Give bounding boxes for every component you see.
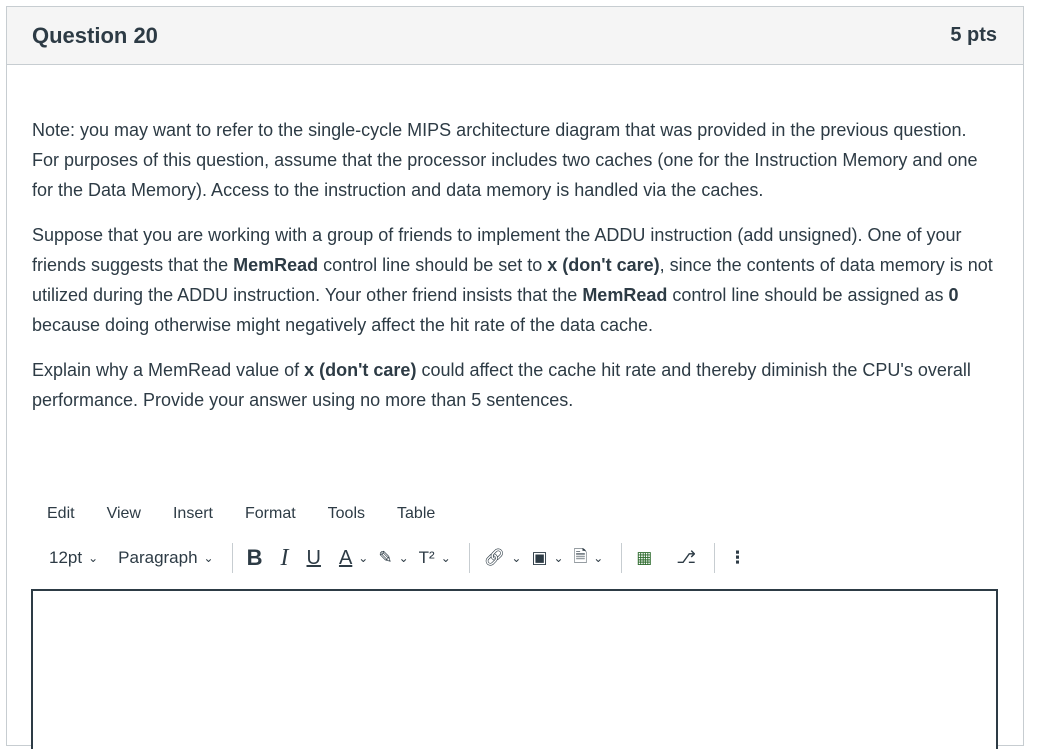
question-paragraph-note: Note: you may want to refer to the singl… — [32, 120, 978, 200]
toolbar-divider — [713, 543, 715, 573]
plugin-button[interactable]: ⎇ — [676, 548, 696, 568]
film-icon: ▦ — [636, 548, 653, 567]
highlight-color-button[interactable]: ✎ ⌄ — [378, 548, 408, 568]
document-button[interactable]: 🗎︎ ⌄ — [574, 544, 604, 573]
menu-table[interactable]: Table — [381, 505, 451, 523]
superscript-button[interactable]: T² ⌄ — [419, 548, 451, 568]
question-text: Note: you may want to refer to the singl… — [7, 65, 1023, 415]
question-header: Question 20 5 pts — [7, 7, 1023, 65]
image-button[interactable]: ▣ ⌄ — [531, 548, 563, 568]
chevron-down-icon: ⌄ — [553, 551, 564, 565]
chevron-down-icon: ⌄ — [511, 551, 522, 565]
chevron-down-icon: ⌄ — [593, 551, 604, 565]
font-size-dropdown[interactable]: 12pt ⌄ — [49, 548, 98, 568]
toolbar-divider — [231, 543, 233, 573]
menu-tools[interactable]: Tools — [312, 505, 381, 523]
chevron-down-icon: ⌄ — [88, 551, 99, 565]
question-paragraph-scenario: Suppose that you are working with a grou… — [32, 225, 993, 335]
bold-button[interactable]: B — [247, 545, 263, 571]
answer-text-area[interactable] — [31, 589, 998, 749]
question-paragraph-prompt: Explain why a MemRead value of x (don't … — [32, 360, 971, 410]
menu-view[interactable]: View — [91, 505, 157, 523]
toolbar-divider — [621, 543, 623, 573]
underline-button[interactable]: U — [307, 547, 321, 570]
menu-format[interactable]: Format — [229, 505, 312, 523]
editor-menubar: Edit View Insert Format Tools Table — [31, 497, 998, 531]
toolbar-divider — [468, 543, 470, 573]
link-icon: 🔗︎ — [483, 548, 506, 567]
question-points: 5 pts — [950, 24, 997, 46]
chevron-down-icon: ⌄ — [358, 551, 369, 565]
text-color-button[interactable]: A ⌄ — [339, 547, 368, 570]
plug-icon: ⎇ — [676, 548, 696, 567]
media-button[interactable]: ▦ — [636, 548, 652, 568]
image-icon: ▣ — [531, 548, 548, 567]
document-icon: 🗎︎ — [573, 546, 588, 566]
editor-toolbar: 12pt ⌄ Paragraph ⌄ B I U A ⌄ ✎ ⌄ T² ⌄ 🔗︎ ⌄ ▣ ⌄ … — [31, 535, 998, 581]
menu-insert[interactable]: Insert — [157, 505, 229, 523]
italic-button[interactable]: I — [281, 545, 289, 572]
question-title: Question 20 — [32, 22, 158, 48]
chevron-down-icon: ⌄ — [440, 551, 451, 565]
chevron-down-icon: ⌄ — [203, 551, 214, 565]
menu-edit[interactable]: Edit — [31, 505, 91, 523]
block-format-dropdown[interactable]: Paragraph ⌄ — [118, 548, 213, 568]
highlighter-icon: ✎ — [378, 548, 393, 567]
question-card: Question 20 5 pts Note: you may want to … — [6, 6, 1024, 749]
rich-text-editor: Edit View Insert Format Tools Table 12pt… — [31, 497, 998, 749]
chevron-down-icon: ⌄ — [398, 551, 409, 565]
link-button[interactable]: 🔗︎ ⌄ — [484, 548, 522, 568]
more-options-button[interactable]: ⋮ — [729, 548, 746, 568]
